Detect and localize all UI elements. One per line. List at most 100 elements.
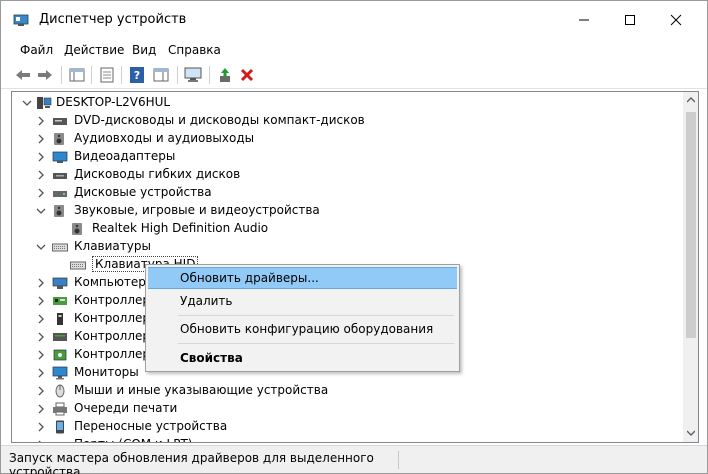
storage-controller-icon bbox=[53, 333, 67, 341]
chevron-right-icon[interactable] bbox=[36, 296, 46, 306]
tree-device-item[interactable]: Realtek High Definition Audio bbox=[12, 220, 672, 238]
chevron-down-icon[interactable] bbox=[36, 242, 46, 252]
context-menu: Обновить драйверы... Удалить Обновить ко… bbox=[145, 264, 460, 372]
help-icon: ? bbox=[130, 67, 144, 83]
chevron-down-icon[interactable] bbox=[36, 206, 46, 216]
computer-icon bbox=[52, 277, 68, 289]
scroll-down-icon[interactable] bbox=[687, 430, 695, 436]
tree-item-label: Аудиовходы и аудиовыходы bbox=[74, 131, 255, 145]
speaker-icon bbox=[72, 223, 82, 235]
update-driver-icon bbox=[220, 68, 230, 82]
close-icon bbox=[670, 14, 682, 26]
tree-category-item[interactable]: Мыши и иные указывающие устройства bbox=[12, 382, 672, 400]
close-button[interactable] bbox=[653, 1, 699, 39]
tree-category-item[interactable]: Порты (COM и LPT) bbox=[12, 436, 672, 442]
scan-hardware-button[interactable] bbox=[183, 65, 203, 85]
tree-item-label: Мониторы bbox=[74, 365, 139, 379]
computer-icon bbox=[37, 97, 52, 109]
tree-category-item[interactable]: Очереди печати bbox=[12, 400, 672, 418]
ide-controller-icon bbox=[53, 349, 67, 361]
status-text: Запуск мастера обновления драйверов для … bbox=[9, 451, 399, 474]
context-separator bbox=[178, 343, 454, 344]
uninstall-device-button[interactable] bbox=[237, 65, 257, 85]
chevron-right-icon[interactable] bbox=[36, 386, 46, 396]
device-manager-window: Диспетчер устройств Файл Действие Вид Сп… bbox=[0, 0, 708, 474]
context-properties[interactable]: Свойства bbox=[148, 347, 457, 369]
keyboard-icon bbox=[52, 243, 68, 252]
tree-category-item[interactable]: Клавиатуры bbox=[12, 238, 672, 256]
tree-category-item[interactable]: Аудиовходы и аудиовыходы bbox=[12, 130, 672, 148]
chevron-right-icon[interactable] bbox=[36, 440, 46, 442]
chevron-right-icon[interactable] bbox=[36, 278, 46, 288]
tree-category-item[interactable]: Звуковые, игровые и видеоустройства bbox=[12, 202, 672, 220]
chevron-right-icon[interactable] bbox=[36, 332, 46, 342]
tree-item-label: Клавиатуры bbox=[74, 239, 151, 253]
menu-file[interactable]: Файл bbox=[20, 43, 53, 57]
device-manager-icon bbox=[13, 14, 29, 26]
maximize-button[interactable] bbox=[607, 1, 653, 39]
tree-item-label: Порты (COM и LPT) bbox=[74, 437, 192, 442]
tree-item-label: Realtek High Definition Audio bbox=[92, 221, 269, 235]
speaker-icon bbox=[54, 133, 64, 145]
context-update-drivers[interactable]: Обновить драйверы... bbox=[148, 267, 457, 289]
tree-category-item[interactable]: DVD-дисководы и дисководы компакт-дисков bbox=[12, 112, 672, 130]
svg-text:?: ? bbox=[134, 69, 140, 82]
toolbar: ? bbox=[1, 61, 707, 89]
menu-action[interactable]: Действие bbox=[64, 43, 124, 57]
disk-drive-icon bbox=[53, 191, 67, 197]
tree-category-item[interactable]: Видеоадаптеры bbox=[12, 148, 672, 166]
chevron-right-icon[interactable] bbox=[36, 350, 46, 360]
floppy-drive-icon bbox=[53, 173, 67, 179]
update-driver-button[interactable] bbox=[215, 65, 235, 85]
chevron-down-icon[interactable] bbox=[22, 98, 32, 108]
tree-root-label: DESKTOP-L2V6HUL bbox=[56, 95, 171, 109]
forward-button[interactable] bbox=[35, 65, 55, 85]
menu-view[interactable]: Вид bbox=[132, 43, 156, 57]
status-bar: Запуск мастера обновления драйверов для … bbox=[1, 445, 707, 474]
chevron-right-icon[interactable] bbox=[36, 170, 46, 180]
mouse-icon bbox=[55, 384, 65, 398]
tree-item-label: Звуковые, игровые и видеоустройства bbox=[74, 203, 320, 217]
chevron-right-icon[interactable] bbox=[36, 422, 46, 432]
help-button[interactable]: ? bbox=[127, 65, 147, 85]
properties-icon bbox=[100, 67, 114, 83]
title-bar[interactable]: Диспетчер устройств bbox=[1, 1, 707, 39]
pane-icon bbox=[153, 68, 169, 82]
scrollbar-thumb[interactable] bbox=[686, 112, 696, 338]
scroll-up-icon[interactable] bbox=[687, 97, 695, 103]
context-separator bbox=[178, 315, 454, 316]
chevron-right-icon[interactable] bbox=[36, 134, 46, 144]
tree-item-label: Дисковые устройства bbox=[74, 185, 212, 199]
arrow-right-icon bbox=[38, 70, 52, 80]
chevron-right-icon[interactable] bbox=[36, 188, 46, 198]
chevron-right-icon[interactable] bbox=[36, 152, 46, 162]
chevron-right-icon[interactable] bbox=[36, 116, 46, 126]
properties-button[interactable] bbox=[97, 65, 117, 85]
back-button[interactable] bbox=[13, 65, 33, 85]
tree-root[interactable]: DESKTOP-L2V6HUL bbox=[16, 94, 316, 112]
tree-item-label: Переносные устройства bbox=[74, 419, 228, 433]
show-hide-console-button[interactable] bbox=[67, 65, 87, 85]
context-uninstall[interactable]: Удалить bbox=[148, 290, 457, 312]
chevron-right-icon[interactable] bbox=[36, 368, 46, 378]
minimize-button[interactable] bbox=[561, 1, 607, 39]
printer-icon bbox=[53, 402, 67, 416]
menu-help[interactable]: Справка bbox=[168, 43, 221, 57]
window-title: Диспетчер устройств bbox=[39, 12, 187, 27]
tree-item-label: Видеоадаптеры bbox=[74, 149, 176, 163]
chevron-right-icon[interactable] bbox=[36, 314, 46, 324]
tree-item-label: Очереди печати bbox=[74, 401, 178, 415]
vertical-scrollbar[interactable] bbox=[683, 92, 698, 442]
display-adapter-icon bbox=[52, 151, 68, 163]
tree-category-item[interactable]: Переносные устройства bbox=[12, 418, 672, 436]
context-scan-hardware[interactable]: Обновить конфигурацию оборудования bbox=[148, 318, 457, 340]
tree-category-item[interactable]: Дисковые устройства bbox=[12, 184, 672, 202]
monitor-scan-icon bbox=[184, 67, 202, 82]
tree-item-label: Компьютер bbox=[74, 275, 146, 289]
speaker-icon bbox=[54, 205, 64, 217]
console-tree-icon bbox=[69, 68, 85, 82]
tree-category-item[interactable]: Дисководы гибких дисков bbox=[12, 166, 672, 184]
action-pane-button[interactable] bbox=[151, 65, 171, 85]
tree-item-label: Мыши и иные указывающие устройства bbox=[74, 383, 329, 397]
chevron-right-icon[interactable] bbox=[36, 404, 46, 414]
